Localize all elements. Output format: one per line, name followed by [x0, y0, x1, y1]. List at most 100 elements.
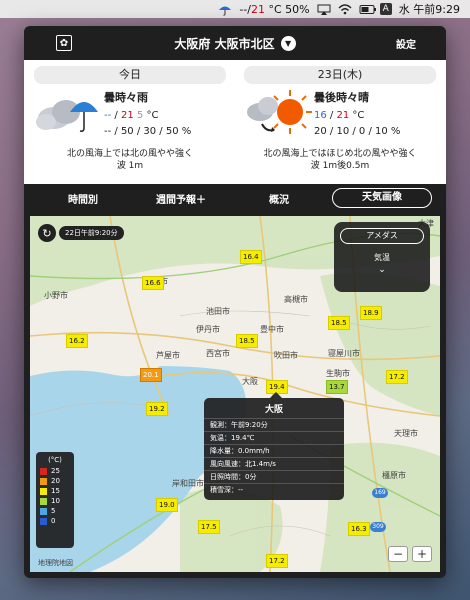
menubar-temp-unit: °C [268, 2, 282, 16]
temp-reading[interactable]: 18.9 [360, 306, 382, 320]
place-label: 池田市 [206, 307, 230, 316]
settings-button[interactable]: 設定 [396, 36, 416, 51]
map-credit[interactable]: 地理院地図 [38, 558, 73, 568]
tab-hourly[interactable]: 時間別 [34, 191, 132, 206]
place-label: 橿原市 [382, 471, 406, 480]
tomorrow-condition: 曇後時々晴 [314, 91, 369, 104]
menubar-temp-lo: -- [239, 2, 248, 16]
tomorrow-tab[interactable]: 23日(木) [244, 66, 436, 84]
place-label: 大阪 [242, 377, 258, 386]
weather-map[interactable]: 三田市 小野市 池田市 高槻市 伊丹市 豊中市 芦屋市 西宮市 吹田市 寝屋川市… [30, 216, 440, 572]
map-timestamp: ↻ 22日午前9:20分 [38, 224, 124, 242]
input-source-icon[interactable]: A [379, 3, 392, 15]
temp-reading[interactable]: 20.1 [140, 368, 162, 382]
wifi-icon[interactable] [338, 3, 352, 15]
layer-temperature[interactable]: 気温 [334, 252, 430, 263]
temp-reading[interactable]: 17.2 [266, 554, 288, 568]
temp-reading[interactable]: 17.5 [198, 520, 220, 534]
place-label: 西宮市 [206, 349, 230, 358]
temp-reading[interactable]: 16.3 [348, 522, 370, 536]
tab-weather-image[interactable]: 天気画像 [332, 188, 432, 208]
place-label: 小野市 [44, 291, 68, 300]
temp-reading[interactable]: 16.6 [142, 276, 164, 290]
tab-weekly[interactable]: 週間予報＋ [132, 191, 230, 206]
legend-item: 25 [40, 466, 70, 476]
menubar-temp-hi: 21 [250, 2, 265, 16]
temp-reading[interactable]: 19.0 [156, 498, 178, 512]
temp-reading[interactable]: 16.2 [66, 334, 88, 348]
location-title[interactable]: 大阪府 大阪市北区 [174, 35, 274, 52]
forecast-panel: 今日 曇時々雨 -- / 21 5 °C -- / 50 / 30 / 50 %… [24, 60, 446, 184]
chevron-down-icon[interactable]: ⌄ [334, 265, 430, 275]
legend-swatch [40, 487, 47, 495]
layer-selector: アメダス 気温 ⌄ [334, 222, 430, 292]
place-label: 豊中市 [260, 325, 284, 334]
place-label: 高槻市 [284, 295, 308, 304]
tomorrow-precip: 20 / 10 / 0 / 10 % [314, 126, 401, 137]
menubar-temps[interactable]: --/21 °C 50% [239, 3, 309, 16]
station-popup: 大阪 観測：午前9:20分 気温：19.4℃ 降水量：0.0mm/h 風向風速：… [204, 398, 344, 500]
legend-swatch [40, 467, 47, 475]
popover-header: ✿ 大阪府 大阪市北区 ▼ 設定 [24, 26, 446, 60]
legend-swatch [40, 517, 47, 525]
today-condition: 曇時々雨 [104, 91, 148, 104]
place-label: 伊丹市 [196, 325, 220, 334]
menu-bar: --/21 °C 50% A 水 午前9:29 [0, 0, 470, 18]
place-label: 天理市 [394, 429, 418, 438]
temp-reading[interactable]: 16.4 [240, 250, 262, 264]
popup-title: 大阪 [264, 405, 283, 415]
popup-row: 風向風速：北1.4m/s [204, 457, 344, 470]
legend-item: 10 [40, 496, 70, 506]
today-tab[interactable]: 今日 [34, 66, 226, 84]
temp-reading[interactable]: 13.7 [326, 380, 348, 394]
popup-row: 降水量：0.0mm/h [204, 444, 344, 457]
tomorrow-temps: 16 / 21 °C [314, 110, 365, 121]
place-label: 吹田市 [274, 351, 298, 360]
legend-swatch [40, 477, 47, 485]
place-label: 寝屋川市 [328, 349, 360, 358]
temp-reading[interactable]: 17.2 [386, 370, 408, 384]
legend-item: 0 [40, 516, 70, 526]
temp-reading[interactable]: 18.5 [328, 316, 350, 330]
legend-swatch [40, 507, 47, 515]
today-wave: 北の風海上では北の風やや強く 波 1m [66, 149, 193, 171]
legend-item: 20 [40, 476, 70, 486]
place-label: 岸和田市 [172, 479, 204, 488]
popup-row: 積雪深：-- [204, 483, 344, 496]
menubar-clock[interactable]: 水 午前9:29 [399, 1, 460, 17]
place-label: 生駒市 [326, 369, 350, 378]
popup-row: 気温：19.4℃ [204, 431, 344, 444]
popup-row: 観測：午前9:20分 [204, 418, 344, 431]
menubar-battery-percent: 50% [285, 2, 310, 16]
highway-shield: 309 [370, 522, 386, 532]
view-tabs: 時間別 週間予報＋ 概況 天気画像 [24, 184, 446, 212]
highway-shield: 169 [372, 488, 388, 498]
umbrella-icon[interactable] [218, 4, 232, 16]
temperature-legend: (°C) 25 20 15 10 5 0 [36, 452, 74, 548]
weather-popover: ✿ 大阪府 大阪市北区 ▼ 設定 今日 曇時々雨 -- / 21 5 °C --… [24, 26, 446, 578]
legend-item: 5 [40, 506, 70, 516]
place-label: 芦屋市 [156, 351, 180, 360]
zoom-controls: − + [388, 546, 432, 562]
refresh-icon[interactable]: ↻ [38, 224, 56, 242]
battery-icon[interactable] [359, 4, 376, 15]
forecast-today: 今日 曇時々雨 -- / 21 5 °C -- / 50 / 30 / 50 %… [34, 66, 226, 184]
airplay-icon[interactable] [317, 4, 331, 15]
legend-swatch [40, 497, 47, 505]
location-dropdown-icon[interactable]: ▼ [280, 35, 296, 51]
legend-item: 15 [40, 486, 70, 496]
today-temps: -- / 21 5 °C [104, 110, 159, 121]
zoom-out-button[interactable]: − [388, 546, 408, 562]
tomorrow-wave: 北の風海上ではほじめ北の風やや強く 波 1m後0.5m [263, 149, 417, 171]
cloud-rain-icon [34, 90, 104, 138]
zoom-in-button[interactable]: + [412, 546, 432, 562]
cloud-then-sun-icon [244, 90, 314, 138]
layer-amedas[interactable]: アメダス [340, 228, 424, 244]
today-precip: -- / 50 / 30 / 50 % [104, 126, 192, 137]
temp-reading[interactable]: 18.5 [236, 334, 258, 348]
popup-row: 日照時間：0分 [204, 470, 344, 483]
temp-reading[interactable]: 19.2 [146, 402, 168, 416]
home-icon[interactable]: ✿ [56, 35, 72, 51]
forecast-tomorrow: 23日(木) 曇後時々晴 16 / 21 °C 20 / 10 / 0 / 10… [244, 66, 436, 184]
tab-overview[interactable]: 概況 [230, 191, 328, 206]
